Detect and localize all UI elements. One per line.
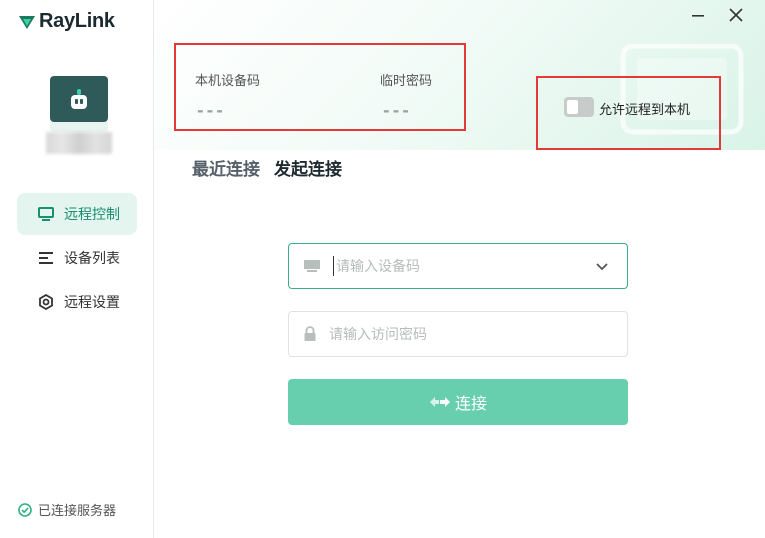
toggle-knob	[567, 100, 578, 114]
device-code-value: ---	[197, 101, 226, 120]
connect-button[interactable]: 连接	[288, 379, 628, 425]
settings-icon	[37, 293, 55, 311]
sidebar: RayLink 远程控制 设备列表 远程设置 已连接服务器	[0, 0, 154, 538]
minimize-icon	[692, 15, 704, 17]
main-panel: 本机设备码 --- 临时密码 --- 允许远程到本机 最近连接 发起连接 请输入…	[155, 0, 765, 538]
text-caret	[333, 256, 334, 276]
device-code-label: 本机设备码	[195, 74, 261, 89]
close-icon	[729, 8, 743, 22]
connection-tabs: 最近连接 发起连接	[192, 155, 342, 180]
connect-arrows-icon	[429, 397, 450, 407]
tab-start-connection[interactable]: 发起连接	[274, 155, 342, 180]
sidebar-item-remote-settings[interactable]: 远程设置	[17, 281, 137, 323]
list-icon	[37, 249, 55, 267]
username-redacted	[46, 132, 112, 154]
avatar-base	[50, 122, 108, 132]
temp-password-label: 临时密码	[380, 74, 433, 89]
check-circle-icon	[18, 502, 32, 517]
device-code-placeholder: 请输入设备码	[336, 259, 420, 275]
temp-password-value: ---	[383, 101, 412, 120]
sidebar-item-label: 远程设置	[64, 295, 120, 311]
minimize-button[interactable]	[689, 6, 707, 24]
tab-recent-connections[interactable]: 最近连接	[192, 155, 260, 180]
sidebar-item-device-list[interactable]: 设备列表	[17, 237, 137, 279]
robot-icon	[68, 89, 90, 109]
sidebar-nav: 远程控制 设备列表 远程设置	[17, 193, 137, 325]
server-status: 已连接服务器	[18, 500, 116, 519]
server-status-text: 已连接服务器	[38, 504, 117, 519]
window-controls	[689, 6, 745, 24]
monitor-icon	[37, 205, 55, 223]
monitor-icon	[304, 260, 320, 272]
password-placeholder: 请输入访问密码	[329, 327, 427, 343]
device-info-box: 本机设备码 --- 临时密码 ---	[174, 43, 466, 131]
raylink-logo-icon	[19, 15, 35, 29]
chevron-down-icon[interactable]	[595, 259, 609, 273]
allow-remote-label: 允许远程到本机	[599, 103, 691, 118]
sidebar-item-label: 远程控制	[64, 207, 120, 223]
close-button[interactable]	[727, 6, 745, 24]
device-code-input[interactable]: 请输入设备码	[288, 243, 628, 289]
avatar	[50, 76, 108, 122]
app-name: RayLink	[39, 10, 115, 32]
sidebar-item-label: 设备列表	[64, 251, 120, 267]
sidebar-item-remote-control[interactable]: 远程控制	[17, 193, 137, 235]
app-logo: RayLink	[18, 10, 115, 33]
connect-label: 连接	[454, 394, 487, 413]
allow-remote-toggle[interactable]	[564, 97, 594, 117]
remote-access-box: 允许远程到本机	[536, 76, 721, 150]
lock-icon	[304, 326, 316, 341]
password-input[interactable]: 请输入访问密码	[288, 311, 628, 357]
